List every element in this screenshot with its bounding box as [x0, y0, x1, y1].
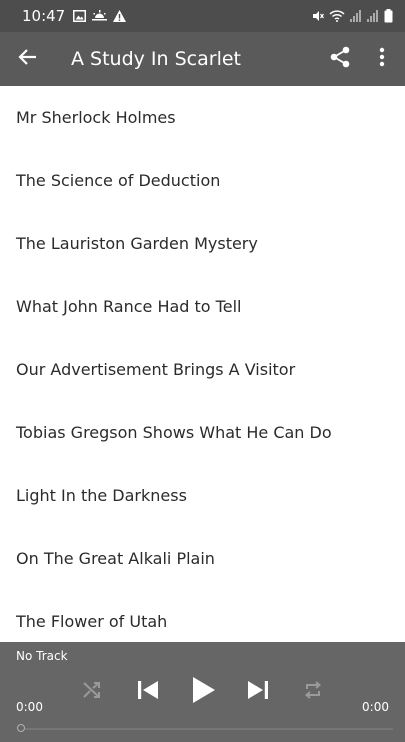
- chapter-item[interactable]: The Science of Deduction: [0, 149, 405, 212]
- repeat-button[interactable]: [301, 680, 325, 704]
- seek-thumb[interactable]: [17, 724, 25, 732]
- chapter-item[interactable]: Light In the Darkness: [0, 464, 405, 527]
- total-duration: 0:00: [362, 700, 389, 714]
- signal-icon-sim2: [367, 10, 379, 22]
- status-bar: 10:47: [0, 0, 405, 32]
- chapter-item[interactable]: Mr Sherlock Holmes: [0, 86, 405, 149]
- shuffle-icon: [82, 680, 102, 704]
- chapter-item[interactable]: The Lauriston Garden Mystery: [0, 212, 405, 275]
- mute-icon: [312, 10, 324, 22]
- play-button[interactable]: [186, 673, 222, 711]
- wifi-icon: [329, 10, 345, 22]
- page-title: A Study In Scarlet: [71, 48, 241, 70]
- gallery-notification-icon: [73, 10, 87, 22]
- chapter-item[interactable]: What John Rance Had to Tell: [0, 275, 405, 338]
- share-icon: [330, 46, 350, 72]
- play-icon: [192, 676, 216, 708]
- skip-previous-icon: [137, 680, 159, 704]
- back-button[interactable]: [0, 32, 56, 86]
- chapter-item[interactable]: Our Advertisement Brings A Visitor: [0, 338, 405, 401]
- chapter-item[interactable]: On The Great Alkali Plain: [0, 527, 405, 590]
- chapter-item[interactable]: The Flower of Utah: [0, 590, 405, 642]
- seek-bar[interactable]: [21, 728, 393, 730]
- app-bar: A Study In Scarlet: [0, 32, 405, 86]
- more-options-button[interactable]: [362, 32, 402, 86]
- next-track-button[interactable]: [244, 678, 272, 706]
- alert-notification-icon: [113, 10, 127, 22]
- battery-icon: [384, 9, 393, 23]
- previous-track-button[interactable]: [134, 678, 162, 706]
- elapsed-time: 0:00: [16, 700, 43, 714]
- track-name: No Track: [16, 649, 68, 663]
- shuffle-button[interactable]: [80, 680, 104, 704]
- arrow-left-icon: [18, 47, 38, 71]
- chapter-list: Mr Sherlock Holmes The Science of Deduct…: [0, 86, 405, 642]
- repeat-icon: [303, 680, 323, 704]
- more-vertical-icon: [379, 47, 385, 71]
- skip-next-icon: [247, 680, 269, 704]
- media-player: No Track 0:00 0:00: [0, 642, 405, 742]
- signal-icon-sim1: [350, 10, 362, 22]
- weather-notification-icon: [92, 10, 108, 22]
- status-time: 10:47: [22, 7, 66, 25]
- share-button[interactable]: [320, 32, 360, 86]
- chapter-item[interactable]: Tobias Gregson Shows What He Can Do: [0, 401, 405, 464]
